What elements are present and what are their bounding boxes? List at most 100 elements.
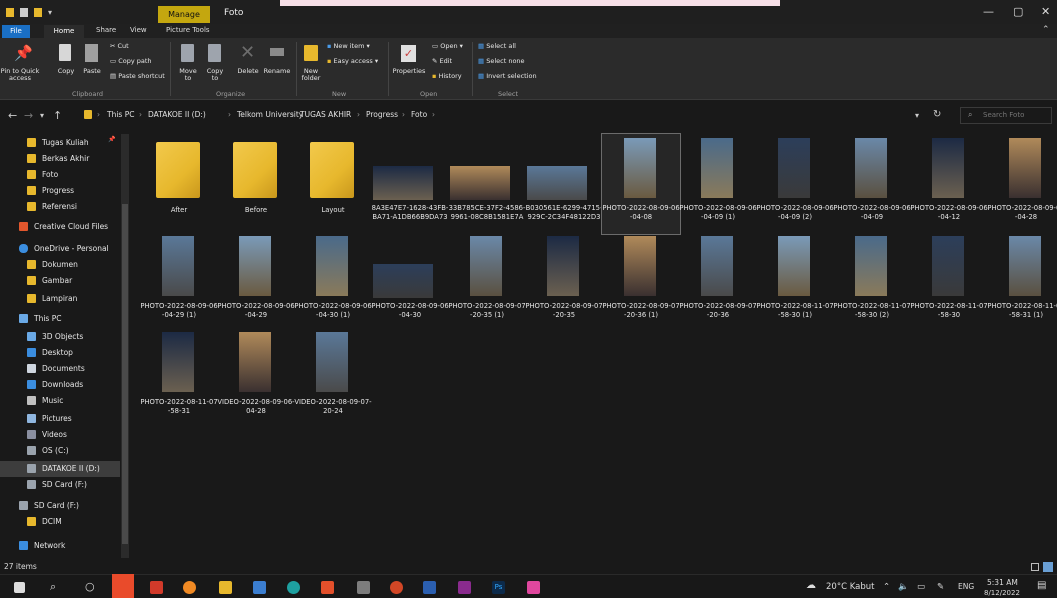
close-icon[interactable]: ✕: [1041, 5, 1050, 18]
show-hidden-icons-icon[interactable]: ⌃: [883, 582, 890, 592]
file-item[interactable]: PHOTO-2022-08-09-06-04-30 (1): [294, 236, 372, 330]
tab-file[interactable]: File: [2, 25, 30, 38]
file-item[interactable]: PHOTO-2022-08-09-07-20-36: [679, 236, 757, 330]
file-item[interactable]: PHOTO-2022-08-09-06-04-09 (2): [756, 134, 834, 234]
sidebar-item-foto[interactable]: Foto: [0, 167, 120, 183]
chevron-down-icon[interactable]: ▾: [48, 8, 56, 17]
app-orange-icon[interactable]: [183, 581, 196, 594]
tab-share[interactable]: Share: [96, 26, 116, 34]
battery-icon[interactable]: ▭: [917, 582, 925, 592]
breadcrumb-progress[interactable]: Progress: [366, 110, 398, 119]
file-item[interactable]: PHOTO-2022-08-09-07-20-36 (1): [602, 236, 680, 330]
pin-to-quick-access-button[interactable]: 📌 Pin to Quick access: [0, 42, 40, 90]
file-item[interactable]: VIDEO-2022-08-09-07-20-24: [294, 332, 372, 426]
copy-to-button[interactable]: Copy to: [203, 42, 227, 88]
new-item-button[interactable]: ▪ New item ▾: [327, 43, 370, 50]
app-gear-icon[interactable]: [357, 581, 370, 594]
sidebar-scrollbar-thumb[interactable]: [122, 204, 128, 544]
properties-button[interactable]: ✓ Properties: [392, 42, 426, 88]
windows-start-icon[interactable]: [14, 582, 25, 593]
sidebar-item-videos[interactable]: Videos: [0, 427, 120, 443]
pen-icon[interactable]: ✎: [937, 582, 944, 592]
sidebar-item-desktop[interactable]: Desktop: [0, 345, 120, 361]
forward-icon[interactable]: →: [24, 109, 33, 122]
file-item[interactable]: PHOTO-2022-08-09-06-04-09 (1): [679, 134, 757, 234]
sidebar-item-this-pc[interactable]: This PC: [0, 311, 120, 327]
move-to-button[interactable]: Move to: [176, 42, 200, 88]
sidebar-item-datakoe-ii-d[interactable]: DATAKOE II (D:): [0, 461, 120, 477]
sidebar-item-3d-objects[interactable]: 3D Objects: [0, 329, 120, 345]
up-icon[interactable]: ↑: [53, 109, 62, 122]
sidebar-item-referensi[interactable]: Referensi: [0, 199, 120, 215]
breadcrumb-this-pc[interactable]: This PC: [107, 110, 134, 119]
sidebar-item-documents[interactable]: Documents: [0, 361, 120, 377]
sidebar-item-dokumen[interactable]: Dokumen: [0, 257, 120, 273]
app-pink-icon[interactable]: [527, 581, 540, 594]
delete-button[interactable]: ✕ Delete: [234, 42, 262, 82]
copy-path-button[interactable]: ▭ Copy path: [110, 58, 152, 65]
file-item[interactable]: PHOTO-2022-08-11-07-58-31: [140, 332, 218, 426]
edge-icon[interactable]: [287, 581, 300, 594]
details-view-icon[interactable]: [1031, 563, 1039, 571]
new-folder-button[interactable]: New folder: [298, 42, 324, 88]
weather-icon[interactable]: ☁: [806, 580, 816, 591]
file-item[interactable]: PHOTO-2022-08-09-07-20-35 (1): [448, 236, 526, 330]
file-item[interactable]: PHOTO-2022-08-09-07-20-35: [525, 236, 603, 330]
sidebar-item-onedrive-personal[interactable]: OneDrive - Personal: [0, 241, 120, 257]
sidebar-item-os-c[interactable]: OS (C:): [0, 443, 120, 459]
file-item[interactable]: PHOTO-2022-08-11-07-58-30 (1): [756, 236, 834, 330]
breadcrumb-foto[interactable]: Foto: [411, 110, 427, 119]
folder-item[interactable]: Layout: [294, 134, 372, 234]
file-item[interactable]: VIDEO-2022-08-09-06-04-28: [217, 332, 295, 426]
search-icon[interactable]: ⌕: [50, 580, 56, 594]
copy-button[interactable]: Copy: [55, 42, 77, 82]
refresh-icon[interactable]: ↻: [933, 109, 941, 120]
file-item[interactable]: PHOTO-2022-08-09-06-04-28: [987, 134, 1057, 234]
file-item[interactable]: 33B785CE-37F2-4586-9961-08C8B1581E7A: [448, 134, 526, 234]
properties-icon[interactable]: [20, 8, 28, 17]
clock-time[interactable]: 5:31 AM: [987, 578, 1018, 587]
chevron-up-icon[interactable]: ⌃: [1042, 25, 1050, 35]
back-icon[interactable]: ←: [8, 109, 17, 122]
file-item[interactable]: PHOTO-2022-08-11-07-58-31 (1): [987, 236, 1057, 330]
open-button[interactable]: ▭ Open ▾: [432, 43, 463, 50]
new-folder-icon[interactable]: [34, 8, 42, 17]
file-item[interactable]: 8A3E47E7-1628-43FB-BA71-A1DB66B9DA73: [371, 134, 449, 234]
sidebar-item-music[interactable]: Music: [0, 393, 120, 409]
edit-button[interactable]: ✎ Edit: [432, 58, 452, 65]
word-icon[interactable]: [423, 581, 436, 594]
history-button[interactable]: ▪ History: [432, 73, 462, 80]
sidebar-item-sd-card-f[interactable]: SD Card (F:): [0, 498, 120, 514]
file-item[interactable]: PHOTO-2022-08-11-07-58-30: [910, 236, 988, 330]
sidebar-item-downloads[interactable]: Downloads: [0, 377, 120, 393]
select-all-button[interactable]: ▦ Select all: [478, 43, 516, 50]
sidebar-item-dcim[interactable]: DCIM: [0, 514, 120, 530]
sidebar-item-gambar[interactable]: Gambar: [0, 273, 120, 289]
sidebar-item-pictures[interactable]: Pictures: [0, 411, 120, 427]
app-red-icon[interactable]: [112, 574, 134, 598]
weather-text[interactable]: 20°C Kabut: [826, 582, 874, 592]
file-item[interactable]: PHOTO-2022-08-09-06-04-09: [833, 134, 911, 234]
select-none-button[interactable]: ▦ Select none: [478, 58, 525, 65]
maximize-icon[interactable]: ▢: [1013, 5, 1023, 18]
easy-access-button[interactable]: ▪ Easy access ▾: [327, 58, 378, 65]
large-icons-view-icon[interactable]: [1043, 562, 1053, 572]
clock-date[interactable]: 8/12/2022: [984, 589, 1020, 597]
file-item[interactable]: PHOTO-2022-08-09-06-04-08: [601, 133, 681, 235]
cut-button[interactable]: ✂ Cut: [110, 43, 129, 50]
powerpoint-icon[interactable]: [390, 581, 403, 594]
search-box[interactable]: ⌕: [960, 107, 1052, 124]
file-item[interactable]: PHOTO-2022-08-09-06-04-29: [217, 236, 295, 330]
sidebar-item-network[interactable]: Network: [0, 538, 120, 554]
sidebar-item-tugas-kuliah[interactable]: Tugas Kuliah: [0, 135, 120, 151]
file-item[interactable]: PHOTO-2022-08-09-06-04-30: [371, 236, 449, 330]
address-bar[interactable]: [80, 107, 940, 124]
breadcrumb-tugas-akhir[interactable]: TUGAS AKHIR: [300, 110, 351, 119]
tab-picture-tools[interactable]: Picture Tools: [166, 26, 210, 34]
language-indicator[interactable]: ENG: [958, 582, 974, 591]
file-item[interactable]: PHOTO-2022-08-09-06-04-12: [910, 134, 988, 234]
app-purple-icon[interactable]: [458, 581, 471, 594]
file-item[interactable]: PHOTO-2022-08-09-06-04-29 (1): [140, 236, 218, 330]
app-blue-icon[interactable]: [253, 581, 266, 594]
photoshop-icon[interactable]: Ps: [492, 581, 505, 594]
